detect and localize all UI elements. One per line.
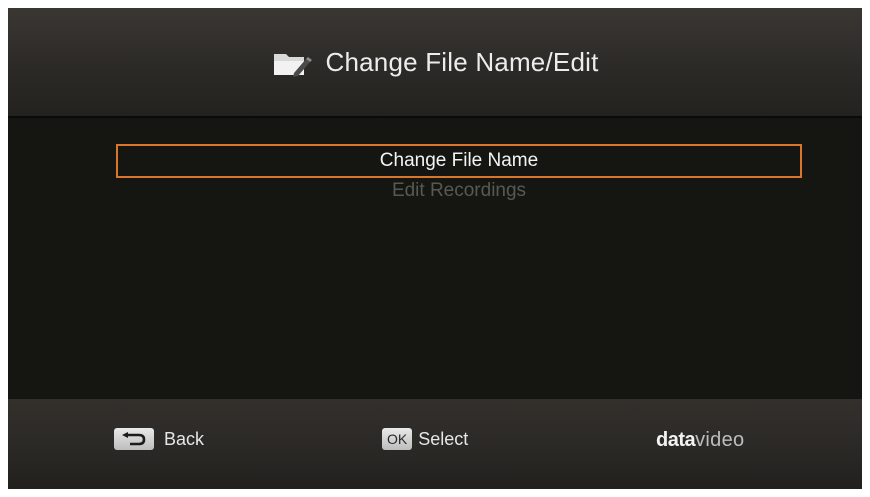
page-title: Change File Name/Edit xyxy=(325,46,599,77)
logo-light-part: video xyxy=(695,429,745,451)
folder-edit-icon xyxy=(273,54,312,77)
select-label: Select xyxy=(418,428,469,449)
footer-bar: Back OK Select datavideo xyxy=(8,399,862,489)
back-label: Back xyxy=(164,428,205,449)
ok-key-icon: OK xyxy=(382,428,413,450)
header-divider xyxy=(8,116,862,118)
menu-item-edit-recordings[interactable]: Edit Recordings xyxy=(116,178,802,204)
datavideo-logo: datavideo xyxy=(656,429,744,451)
menu-list: Change File Name Edit Recordings xyxy=(116,144,802,204)
device-screen: Change File Name/Edit Change File Name E… xyxy=(8,8,862,489)
header-bar: Change File Name/Edit xyxy=(8,8,862,116)
back-arrow-icon xyxy=(114,428,154,450)
logo-bold-part: data xyxy=(656,429,696,451)
menu-item-change-file-name[interactable]: Change File Name xyxy=(116,144,802,178)
header-title-group: Change File Name/Edit xyxy=(8,8,862,116)
select-button[interactable]: OK Select xyxy=(382,426,468,452)
back-button[interactable]: Back xyxy=(114,426,204,452)
